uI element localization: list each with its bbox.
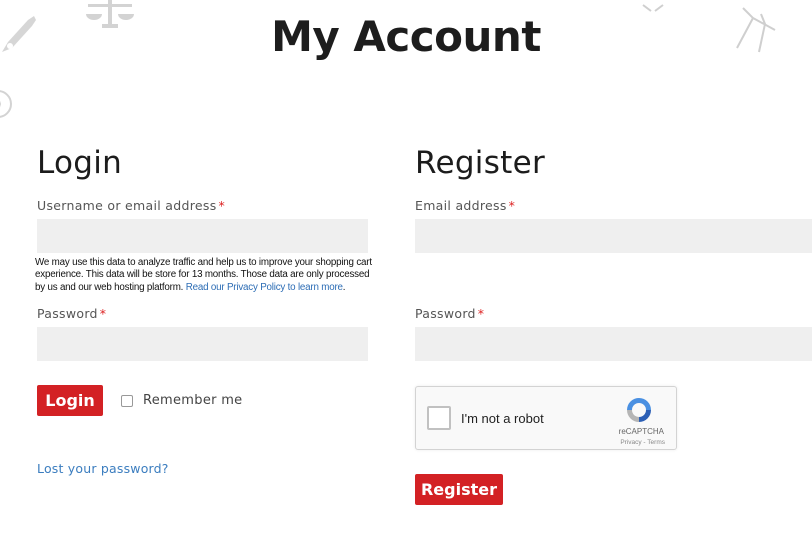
recaptcha-widget: I'm not a robot reCAPTCHA Privacy - Term… — [415, 386, 677, 450]
register-button[interactable]: Register — [415, 474, 503, 505]
login-section: Login Username or email address * We may … — [35, 145, 372, 525]
required-marker: * — [99, 306, 107, 321]
register-password-input[interactable] — [415, 327, 812, 361]
recaptcha-brand: reCAPTCHA — [618, 427, 664, 436]
register-section: Register Email address * Password * I'm no… — [415, 145, 812, 525]
remember-me-checkbox[interactable] — [121, 394, 133, 407]
login-heading: Login — [37, 145, 123, 181]
recaptcha-terms-link[interactable]: Terms — [647, 439, 665, 446]
required-marker: * — [477, 306, 485, 321]
username-input[interactable] — [37, 219, 368, 253]
recaptcha-privacy-link[interactable]: Privacy — [620, 439, 641, 446]
remember-me[interactable]: Remember me — [121, 393, 242, 408]
required-marker: * — [218, 198, 226, 213]
privacy-notice: We may use this data to analyze traffic … — [35, 257, 372, 293]
register-password-label: Password * — [415, 306, 485, 321]
recaptcha-links: Privacy - Terms — [620, 439, 665, 446]
remember-me-label: Remember me — [143, 393, 243, 408]
compass-icon — [0, 88, 14, 124]
login-password-input[interactable] — [37, 327, 368, 361]
email-label: Email address * — [415, 198, 516, 213]
required-marker: * — [508, 198, 516, 213]
username-label: Username or email address * — [37, 198, 226, 213]
password-label: Password * — [37, 306, 107, 321]
email-input[interactable] — [415, 219, 812, 253]
recaptcha-label: I'm not a robot — [461, 411, 544, 426]
lost-password-link[interactable]: Lost your password? — [37, 461, 169, 476]
login-button[interactable]: Login — [37, 385, 103, 416]
register-heading: Register — [415, 145, 546, 181]
recaptcha-logo-icon — [627, 398, 651, 422]
recaptcha-checkbox[interactable] — [427, 406, 451, 430]
page-title: My Account — [271, 12, 541, 61]
privacy-policy-link[interactable]: Read our Privacy Policy to learn more — [186, 282, 343, 293]
